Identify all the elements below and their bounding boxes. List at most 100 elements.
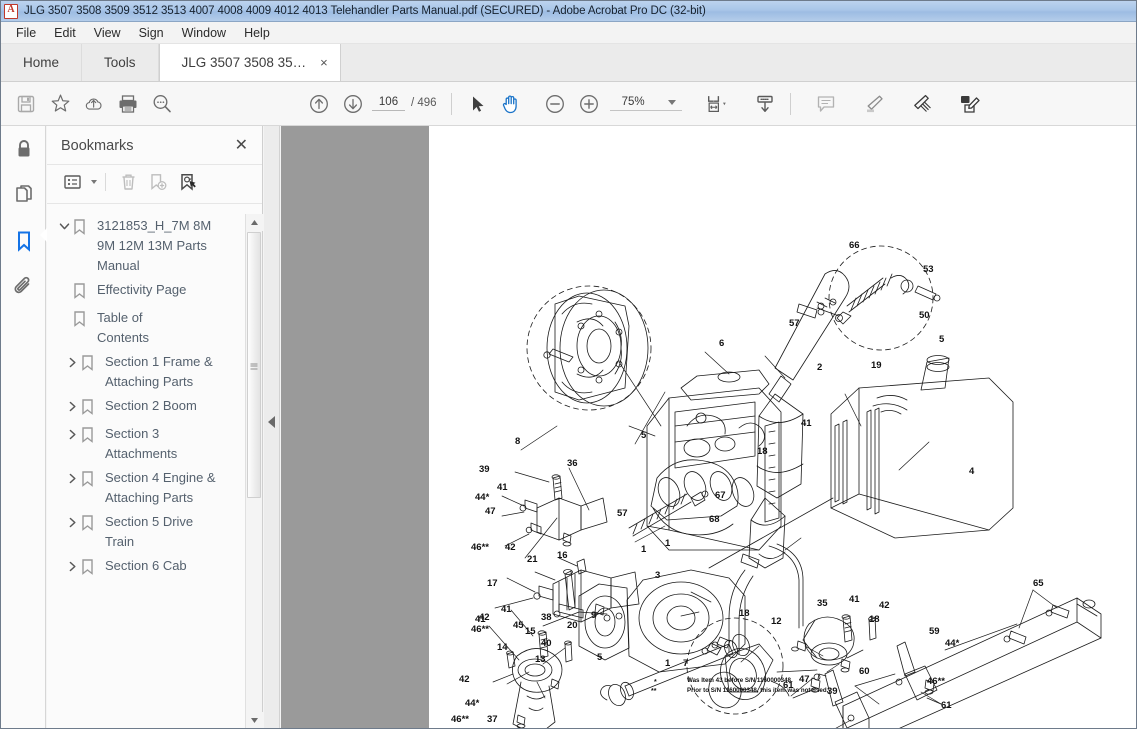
- twisty-collapsed-icon[interactable]: [63, 352, 81, 368]
- menu-item-sign[interactable]: Sign: [130, 24, 173, 42]
- svg-text:12: 12: [771, 616, 782, 627]
- signature-icon: [913, 94, 931, 112]
- bookmark-icon: [81, 468, 101, 492]
- pdf-document-icon: [4, 3, 18, 19]
- select-tool-button[interactable]: [460, 88, 494, 120]
- previous-page-button[interactable]: [302, 88, 336, 120]
- next-page-button[interactable]: [336, 88, 370, 120]
- menu-item-view[interactable]: View: [85, 24, 130, 42]
- bookmark-item-label: Section 3 Attachments: [105, 426, 178, 461]
- twisty-collapsed-icon[interactable]: [63, 512, 81, 528]
- zoom-in-button[interactable]: [572, 88, 606, 120]
- save-file-button[interactable]: [9, 88, 43, 120]
- twisty-expanded-icon[interactable]: [55, 216, 73, 232]
- scrollbar-thumb[interactable]: [247, 232, 261, 498]
- sidebar-item-bookmarks[interactable]: [1, 218, 47, 264]
- bookmark-options-button[interactable]: [59, 169, 87, 195]
- sidebar-item-security[interactable]: [1, 126, 46, 172]
- edit-pdf-button[interactable]: [953, 88, 987, 120]
- delete-bookmark-button[interactable]: [114, 169, 142, 195]
- chevron-down-icon[interactable]: [91, 180, 97, 184]
- fit-page-button[interactable]: [700, 88, 734, 120]
- bookmark-icon: [81, 556, 101, 580]
- twisty-collapsed-icon[interactable]: [63, 396, 81, 412]
- plus-circle-icon: [579, 94, 598, 113]
- footnote-marker-1: *: [654, 679, 657, 686]
- svg-text:20: 20: [567, 620, 578, 631]
- svg-text:41: 41: [801, 418, 812, 429]
- zoom-out-button[interactable]: [538, 88, 572, 120]
- telehandler-engine-exploded-parts-diagram: 8 5 1 41 47 39 44* 46** 42 36 17 21 16 4…: [451, 240, 1102, 728]
- svg-text:1: 1: [641, 544, 647, 555]
- page-number-input[interactable]: 106: [372, 96, 405, 111]
- scroll-down-arrow-icon[interactable]: [246, 712, 263, 728]
- bookmarks-tree: 3121853_H_7M 8M 9M 12M 13M Parts Manual …: [47, 204, 262, 714]
- add-comment-button[interactable]: [809, 88, 843, 120]
- search-icon: [153, 94, 171, 112]
- tab-tools[interactable]: Tools: [82, 44, 159, 81]
- svg-text:65: 65: [1033, 578, 1044, 589]
- sidebar-item-attachments[interactable]: [1, 264, 46, 310]
- svg-text:41: 41: [497, 482, 508, 493]
- bookmark-item-effectivity-page[interactable]: Effectivity Page: [47, 278, 262, 306]
- cursor-arrow-icon: [472, 96, 484, 112]
- bookmark-item-section-1[interactable]: Section 1 Frame & Attaching Parts: [47, 350, 262, 394]
- document-view[interactable]: 8 5 1 41 47 39 44* 46** 42 36 17 21 16 4…: [281, 126, 1136, 728]
- menu-item-help[interactable]: Help: [235, 24, 279, 42]
- add-to-favorites-button[interactable]: [43, 88, 77, 120]
- svg-text:50: 50: [919, 310, 930, 321]
- zoom-level-value: 75%: [621, 96, 645, 108]
- bookmark-item-root[interactable]: 3121853_H_7M 8M 9M 12M 13M Parts Manual: [47, 214, 262, 278]
- svg-text:42: 42: [505, 542, 516, 553]
- arrow-down-circle-icon: [344, 94, 362, 113]
- svg-text:41: 41: [849, 594, 860, 605]
- paperclip-icon: [14, 276, 29, 294]
- panel-splitter[interactable]: [264, 126, 280, 728]
- fit-width-icon: [707, 95, 726, 112]
- close-icon[interactable]: ×: [320, 56, 328, 69]
- menu-item-file[interactable]: File: [7, 24, 45, 42]
- bookmark-icon: [81, 424, 101, 448]
- scroll-mode-button[interactable]: [748, 88, 782, 120]
- find-bookmark-button[interactable]: [174, 169, 202, 195]
- svg-text:3: 3: [655, 570, 660, 581]
- bookmark-item-section-2[interactable]: Section 2 Boom: [47, 394, 262, 422]
- pages-icon: [15, 185, 32, 202]
- new-bookmark-button[interactable]: [144, 169, 172, 195]
- chevron-down-icon[interactable]: [667, 100, 676, 105]
- svg-text:44*: 44*: [945, 638, 960, 649]
- bookmark-item-table-of-contents[interactable]: Table of Contents: [47, 306, 262, 350]
- hand-tool-button[interactable]: [494, 88, 528, 120]
- svg-text:57: 57: [789, 318, 800, 329]
- highlight-text-button[interactable]: [857, 88, 891, 120]
- menu-item-edit[interactable]: Edit: [45, 24, 85, 42]
- find-search-button[interactable]: [145, 88, 179, 120]
- bookmark-item-section-3[interactable]: Section 3 Attachments: [47, 422, 262, 466]
- twisty-collapsed-icon[interactable]: [63, 468, 81, 484]
- tab-document[interactable]: JLG 3507 3508 35… ×: [158, 44, 341, 81]
- scroll-up-arrow-icon[interactable]: [246, 214, 263, 231]
- hand-icon: [502, 95, 517, 113]
- menu-item-window[interactable]: Window: [173, 24, 235, 42]
- collapse-panel-handle-icon[interactable]: [268, 416, 275, 428]
- twisty-collapsed-icon[interactable]: [63, 424, 81, 440]
- window-titlebar: JLG 3507 3508 3509 3512 3513 4007 4008 4…: [1, 1, 1136, 22]
- pdf-page: 8 5 1 41 47 39 44* 46** 42 36 17 21 16 4…: [429, 126, 1136, 728]
- bookmark-item-section-4[interactable]: Section 4 Engine & Attaching Parts: [47, 466, 262, 510]
- bookmark-item-section-6[interactable]: Section 6 Cab: [47, 554, 262, 582]
- zoom-level-control[interactable]: 75%: [609, 96, 682, 111]
- svg-text:37: 37: [487, 714, 498, 725]
- close-icon[interactable]: ✕: [235, 138, 248, 154]
- sidebar-item-page-thumbnails[interactable]: [1, 172, 46, 218]
- tab-home[interactable]: Home: [1, 44, 83, 81]
- bookmark-icon: [81, 512, 101, 536]
- svg-text:67: 67: [715, 490, 726, 501]
- bookmarks-scrollbar[interactable]: [245, 214, 263, 728]
- bookmark-item-section-5[interactable]: Section 5 Drive Train: [47, 510, 262, 554]
- twisty-collapsed-icon[interactable]: [63, 556, 81, 572]
- upload-to-cloud-button[interactable]: [77, 88, 111, 120]
- svg-text:44*: 44*: [465, 698, 480, 709]
- sign-document-button[interactable]: [905, 88, 939, 120]
- print-button[interactable]: [111, 88, 145, 120]
- bookmark-icon: [73, 216, 93, 240]
